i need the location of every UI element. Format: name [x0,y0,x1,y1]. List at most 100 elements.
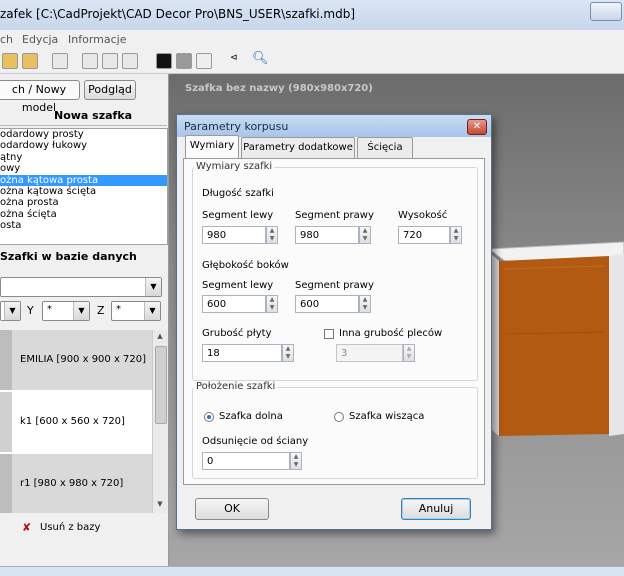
dialog-title: Parametry korpusu [184,120,289,133]
gray-color-icon[interactable] [176,53,192,69]
preview-button[interactable]: Podgląd [84,80,136,100]
menu-bar: ch Edycja Informacje [0,30,624,50]
length-right-input[interactable]: 980 [295,226,359,244]
divider [0,125,167,126]
close-icon[interactable]: ✕ [467,119,487,135]
position-group-label: Położenie szafki [194,381,278,392]
length-left-spinner[interactable]: ▲ ▼ [266,226,278,244]
cabinet-type-item[interactable]: odardowy prosty [0,129,167,140]
open-folder-icon[interactable] [2,53,18,69]
minimize-button[interactable] [590,2,622,21]
depth-left-spinner[interactable]: ▲ ▼ [266,295,278,313]
wall-offset-label: Odsunięcie od ściany [202,436,309,447]
radio-floor-label: Szafka dolna [219,411,283,422]
tool-icon[interactable]: ⊲ [230,53,244,67]
list-item[interactable]: r1 [980 x 980 x 720] [0,454,152,513]
chevron-down-icon[interactable]: ▼ [4,302,20,320]
db-heading: Szafki w bazie danych [0,250,137,263]
new-cabinet-heading: Nowa szafka [54,109,133,122]
cancel-button[interactable]: Anuluj [401,498,471,520]
window-title: zafek [C:\CadProjekt\CAD Decor Pro\BNS_U… [0,7,356,21]
z-combo[interactable]: * ▼ [111,301,161,321]
copy-icon[interactable] [82,53,98,69]
cabinet-type-item[interactable]: ątny [0,152,167,163]
cabinet-type-item[interactable]: odardowy łukowy [0,140,167,151]
cabinet-type-item[interactable]: owy [0,163,167,174]
depth-seg-right-label: Segment prawy [295,280,374,291]
list-item[interactable]: EMILIA [900 x 900 x 720] [0,330,152,390]
toolbar: ⊲ 🔍︎ [0,49,624,74]
depth-right-input[interactable]: 600 [295,295,359,313]
board-thickness-label: Grubość płyty [202,328,272,339]
radio-floor-cabinet[interactable] [204,412,214,422]
db-list-scrollbar[interactable]: ▲ ▼ [152,330,168,513]
dialog-title-bar: Parametry korpusu ✕ [177,115,491,137]
y-label: Y [27,304,34,317]
tab-new-model[interactable]: ch / Nowy model [0,80,80,114]
page-blank-icon[interactable] [122,53,138,69]
tab-additional-params[interactable]: Parametry dodatkowe [241,137,355,159]
scroll-up-icon[interactable]: ▲ [154,332,166,342]
back-thickness-spinner[interactable]: ▲ ▼ [403,344,415,362]
back-thickness-input[interactable]: 3 [336,344,403,362]
white-color-icon[interactable] [196,53,212,69]
depth-right-spinner[interactable]: ▲ ▼ [359,295,371,313]
menu-item-file[interactable]: ch [0,33,13,46]
z-label: Z [97,304,105,317]
depth-seg-left-label: Segment lewy [202,280,274,291]
menu-item-info[interactable]: Informacje [68,33,126,46]
list-item-label: k1 [600 x 560 x 720] [20,416,125,427]
wall-offset-input[interactable]: 0 [202,452,290,470]
length-right-spinner[interactable]: ▲ ▼ [359,226,371,244]
page-icon[interactable] [102,53,118,69]
tab-dimensions[interactable]: Wymiary [185,135,239,159]
height-spinner[interactable]: ▲ ▼ [450,226,462,244]
ok-button[interactable]: OK [195,498,269,520]
seg-left-label: Segment lewy [202,210,274,221]
z-combo-value: * [116,304,121,315]
cabinet-type-item[interactable]: ożna kątowa prosta [0,174,167,186]
tab-cuts[interactable]: Ścięcia [357,137,413,159]
radio-wall-cabinet[interactable] [334,412,344,422]
db-list[interactable]: EMILIA [900 x 900 x 720] k1 [600 x 560 x… [0,330,152,513]
x-combo[interactable]: ▼ [0,301,21,321]
list-item-label: EMILIA [900 x 900 x 720] [20,354,147,365]
y-combo[interactable]: * ▼ [42,301,90,321]
list-item-label: r1 [980 x 980 x 720] [20,478,124,489]
height-input[interactable]: 720 [398,226,450,244]
length-left-input[interactable]: 980 [202,226,266,244]
dims-group-label: Wymiary szafki [194,161,275,172]
thumbnail [0,330,12,390]
depth-label: Głębokość boków [202,260,289,271]
menu-item-edit[interactable]: Edycja [22,33,58,46]
cabinet-type-list[interactable]: odardowy prosty odardowy łukowy ątny owy ożn… [0,128,168,245]
list-item[interactable]: k1 [600 x 560 x 720] [0,392,152,452]
filter-combo[interactable]: ▼ [0,277,162,297]
wall-offset-spinner[interactable]: ▲ ▼ [290,452,302,470]
chevron-down-icon[interactable]: ▼ [73,302,89,320]
cabinet-type-item[interactable]: osta [0,220,167,231]
radio-wall-label: Szafka wisząca [349,411,425,422]
cabinet-type-item[interactable]: ożna kątowa ścięta [0,186,167,197]
scroll-down-icon[interactable]: ▼ [154,500,166,510]
thumbnail [0,392,12,452]
back-thickness-checkbox[interactable] [324,329,334,339]
title-bar: zafek [C:\CadProjekt\CAD Decor Pro\BNS_U… [0,0,624,31]
black-color-icon[interactable] [156,53,172,69]
height-label: Wysokość [398,210,448,221]
parameters-dialog: Parametry korpusu ✕ Wymiary Parametry do… [176,114,492,530]
seg-right-label: Segment prawy [295,210,374,221]
cabinet-type-item[interactable]: ożna ścięta [0,209,167,220]
scroll-thumb[interactable] [155,346,167,424]
save-icon[interactable] [22,53,38,69]
board-thickness-spinner[interactable]: ▲ ▼ [282,344,294,362]
cabinet-type-item[interactable]: ożna prosta [0,197,167,208]
chevron-down-icon[interactable]: ▼ [144,302,160,320]
length-label: Długość szafki [202,188,274,199]
search-icon[interactable]: 🔍︎ [252,52,269,67]
board-thickness-input[interactable]: 18 [202,344,282,362]
remove-from-db-button[interactable]: Usuń z bazy [40,522,100,533]
depth-left-input[interactable]: 600 [202,295,266,313]
undo-icon[interactable] [52,53,68,69]
chevron-down-icon[interactable]: ▼ [145,278,161,296]
